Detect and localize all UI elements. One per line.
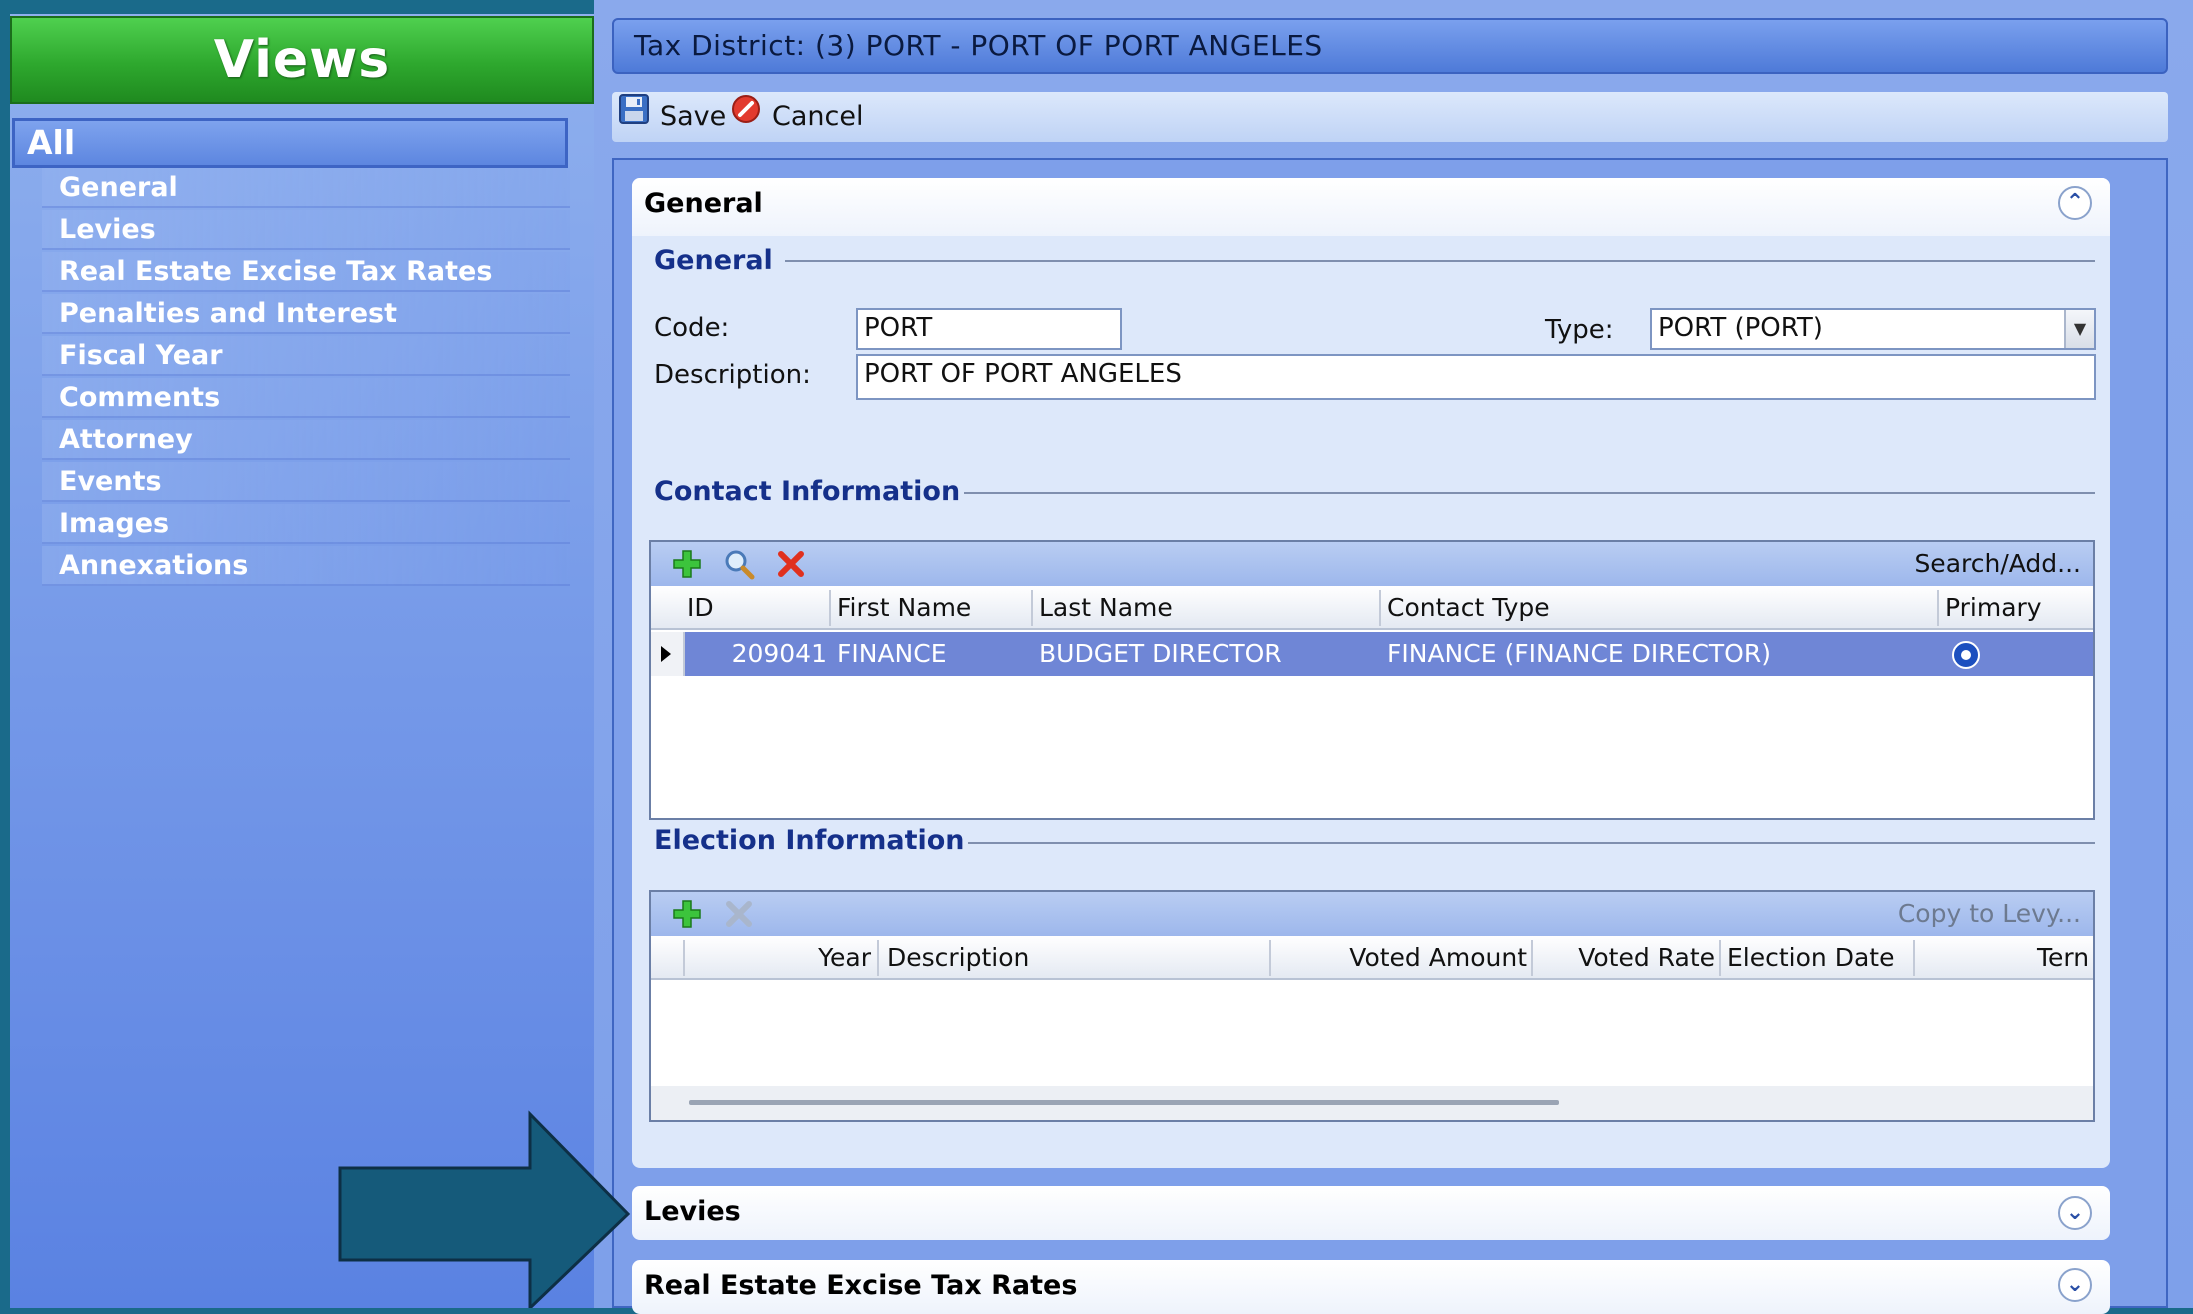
contact-group-divider [964,492,2095,494]
row-selector[interactable] [651,632,685,676]
chevron-down-icon[interactable]: ▼ [2064,310,2094,348]
views-all[interactable]: All [12,118,568,168]
col-voted-rate[interactable]: Voted Rate [1539,936,1715,978]
scrollbar-thumb[interactable] [689,1100,1559,1105]
add-icon[interactable] [671,898,703,934]
save-label: Save [660,101,727,132]
cell-id: 209041 [731,639,827,668]
contact-grid: Search/Add... ID First Name Last Name Co… [649,540,2095,820]
col-description[interactable]: Description [887,936,1029,978]
nav-item-fiscal-year[interactable]: Fiscal Year [42,336,570,376]
col-separator [683,940,685,976]
col-separator [1937,590,1939,626]
search-icon[interactable] [723,548,755,584]
cell-contact-type: FINANCE (FINANCE DIRECTOR) [1387,639,1771,668]
nav-item-levies[interactable]: Levies [42,210,570,250]
contact-grid-toolbar: Search/Add... [651,542,2093,586]
general-section-title: General [644,188,763,219]
code-label: Code: [654,313,730,343]
nav-item-reet-rates[interactable]: Real Estate Excise Tax Rates [42,252,570,292]
type-label: Type: [1545,315,1614,345]
col-separator [1269,940,1271,976]
general-group-divider [785,260,2095,262]
table-row[interactable]: 209041 FINANCE BUDGET DIRECTOR FINANCE (… [651,632,2093,676]
expand-down-icon[interactable]: ⌄ [2058,1196,2092,1230]
cell-first-name: FINANCE [837,639,947,668]
col-last-name[interactable]: Last Name [1039,586,1173,630]
cancel-icon [730,92,762,142]
toolbar: Save Cancel [612,92,2168,142]
col-election-date[interactable]: Election Date [1727,936,1894,978]
col-id[interactable]: ID [687,586,714,630]
nav-item-events[interactable]: Events [42,462,570,502]
code-input[interactable]: PORT [856,308,1122,350]
type-select-value: PORT (PORT) [1658,313,1823,343]
general-section-header[interactable]: General [632,178,2110,236]
contact-group-title: Contact Information [654,476,961,507]
col-term[interactable]: Tern [2037,936,2089,978]
contact-grid-header: ID First Name Last Name Contact Type Pri… [651,586,2093,630]
election-group-divider [968,842,2095,844]
reet-section-header[interactable]: Real Estate Excise Tax Rates [632,1260,2110,1314]
row-pointer-icon [661,646,671,662]
type-select[interactable]: PORT (PORT) ▼ [1650,308,2096,350]
delete-icon[interactable] [775,548,807,584]
election-grid-header: Year Description Voted Amount Voted Rate… [651,936,2093,980]
page-title: Tax District: (3) PORT - PORT OF PORT AN… [612,18,2168,74]
col-separator [1031,590,1033,626]
general-group-title: General [654,245,773,276]
cell-last-name: BUDGET DIRECTOR [1039,639,1282,668]
col-separator [1531,940,1533,976]
expand-down-icon[interactable]: ⌄ [2058,1268,2092,1302]
callout-arrow-icon [338,1110,631,1308]
reet-section-title: Real Estate Excise Tax Rates [644,1270,1078,1301]
election-group-title: Election Information [654,825,965,856]
search-add-link[interactable]: Search/Add... [1914,542,2081,586]
nav-item-images[interactable]: Images [42,504,570,544]
nav-item-comments[interactable]: Comments [42,378,570,418]
cancel-label: Cancel [772,101,864,132]
collapse-up-icon[interactable]: ⌃ [2058,186,2092,220]
copy-to-levy-link[interactable]: Copy to Levy... [1898,892,2081,936]
levies-section-title: Levies [644,1196,741,1227]
description-label: Description: [654,360,811,390]
delete-disabled-icon [723,898,755,934]
primary-radio[interactable] [1951,640,1981,674]
election-grid: Copy to Levy... Year Description Voted A… [649,890,2095,1122]
horizontal-scrollbar[interactable] [651,1086,2093,1120]
nav-item-attorney[interactable]: Attorney [42,420,570,460]
col-primary[interactable]: Primary [1945,586,2042,630]
col-separator [1913,940,1915,976]
election-grid-toolbar: Copy to Levy... [651,892,2093,936]
nav-item-penalties-interest[interactable]: Penalties and Interest [42,294,570,334]
levies-section-header[interactable]: Levies [632,1186,2110,1240]
nav-item-general[interactable]: General [42,168,570,208]
save-icon [618,92,650,142]
col-separator [1379,590,1381,626]
description-input[interactable]: PORT OF PORT ANGELES [856,354,2096,400]
cancel-button[interactable]: Cancel [730,92,863,142]
col-voted-amount[interactable]: Voted Amount [1277,936,1527,978]
save-button[interactable]: Save [618,92,726,142]
col-separator [877,940,879,976]
col-year[interactable]: Year [691,936,871,978]
col-contact-type[interactable]: Contact Type [1387,586,1550,630]
add-icon[interactable] [671,548,703,584]
nav-item-annexations[interactable]: Annexations [42,546,570,586]
col-first-name[interactable]: First Name [837,586,971,630]
views-header: Views [10,16,594,104]
col-separator [1719,940,1721,976]
col-separator [829,590,831,626]
